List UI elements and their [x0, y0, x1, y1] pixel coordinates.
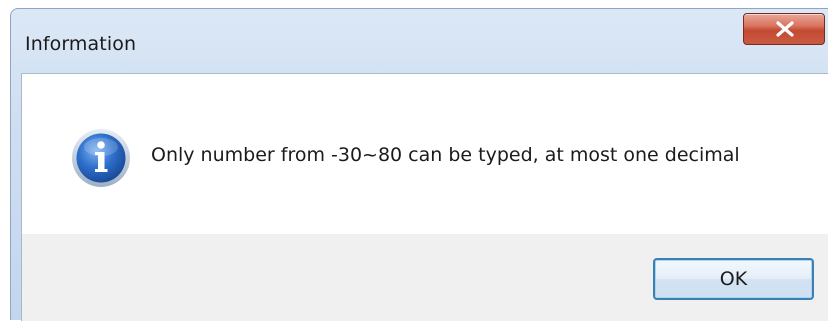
close-button[interactable]: [743, 13, 825, 45]
information-dialog: Information Only number from -30~80 can …: [10, 8, 828, 321]
ok-button[interactable]: OK: [653, 258, 814, 300]
dialog-body: Only number from -30~80 can be typed, at…: [21, 73, 828, 321]
information-icon: [72, 129, 130, 187]
message-text: Only number from -30~80 can be typed, at…: [151, 144, 740, 166]
close-x-icon: [776, 21, 794, 37]
title-bar[interactable]: Information: [11, 9, 828, 73]
dialog-title: Information: [25, 33, 137, 55]
message-area: Only number from -30~80 can be typed, at…: [22, 74, 828, 234]
